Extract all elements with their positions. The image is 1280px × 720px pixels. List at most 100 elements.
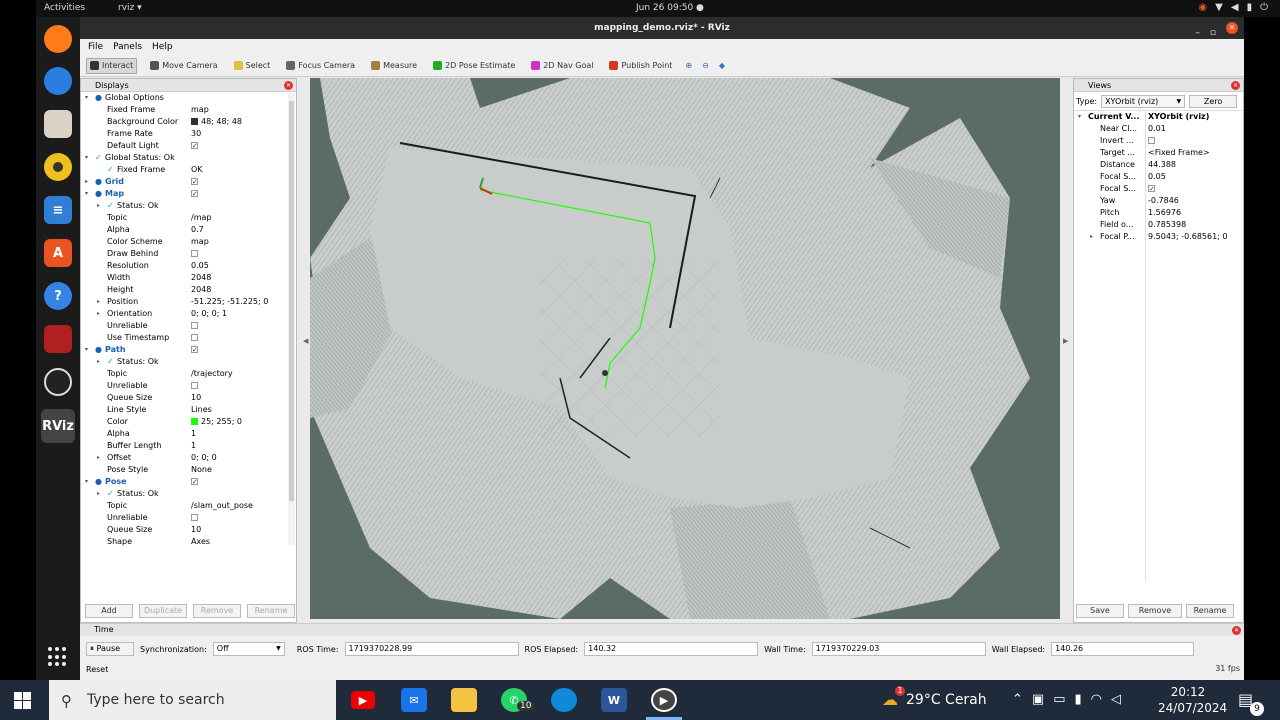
tool-publish-point[interactable]: Publish Point [606,58,675,74]
tree-row[interactable]: Topic/slam_out_pose [81,500,296,512]
property-value[interactable]: Lines [191,404,212,416]
collapse-icon[interactable]: ▸ [97,296,100,308]
property-value[interactable]: 2048 [191,272,211,284]
tree-row[interactable]: Shape Axes [81,536,296,546]
close-icon[interactable]: ✕ [1231,81,1240,90]
property-value[interactable]: ✓ [191,176,198,188]
menu-help[interactable]: Help [152,42,173,52]
obs-icon[interactable] [44,368,72,396]
tree-row[interactable]: Frame Rate 30 [81,128,296,140]
tree-row[interactable]: ▾ ● Map ✓ [81,188,296,200]
property-value[interactable]: ✓ [1148,183,1155,195]
checkbox[interactable] [191,334,198,341]
files-icon[interactable] [44,110,72,138]
rhythmbox-icon[interactable] [44,153,72,181]
property-value[interactable]: 0.7 [191,224,204,236]
tree-row[interactable]: Unreliable [81,380,296,392]
tree-row[interactable]: Alpha 1 [81,428,296,440]
tree-row[interactable]: Queue Size 10 [81,392,296,404]
tool-focus-camera[interactable]: Focus Camera [283,58,358,74]
collapse-icon[interactable]: ▸ [97,452,100,464]
tree-row[interactable]: Topic/map [81,212,296,224]
rviz-icon[interactable]: RViz [41,409,75,443]
battery-icon[interactable]: ▭ [1053,692,1065,707]
tree-row[interactable]: Topic/trajectory [81,368,296,380]
property-value[interactable]: ✓ [191,140,198,152]
property-value[interactable] [191,512,198,524]
expand-icon[interactable]: ▾ [85,188,88,200]
render-3d-view[interactable] [310,78,1060,619]
expand-icon[interactable]: ▾ [85,152,88,164]
collapse-icon[interactable]: ▸ [97,488,100,500]
collapse-right-icon[interactable]: ▶ [1063,337,1068,345]
tree-row[interactable]: ▾ ✓ Global Status: Ok [81,152,296,164]
tool-2d-pose-estimate[interactable]: 2D Pose Estimate [430,58,518,74]
tool-2d-nav-goal[interactable]: 2D Nav Goal [528,58,596,74]
view-type-select[interactable]: XYOrbit (rviz) ▼ [1101,94,1186,108]
property-value[interactable]: /map [191,212,211,224]
tree-row[interactable]: ✓ Fixed Frame OK [81,164,296,176]
sync-select[interactable]: Off ▼ [212,642,285,656]
rename-view-button[interactable]: Rename [1186,604,1234,618]
property-value[interactable]: 9.5043; -0.68561; 0 [1148,231,1228,243]
color-swatch[interactable] [191,118,198,125]
property-value[interactable]: -51.225; -51.225; 0 [191,296,268,308]
property-value[interactable]: ✓ [191,188,198,200]
expand-icon[interactable]: ▾ [85,344,88,356]
property-value[interactable] [1148,135,1155,147]
window-titlebar[interactable]: mapping_demo.rviz* - RViz – ▫ ✕ [80,17,1244,39]
property-value[interactable]: 0.785398 [1148,219,1186,231]
app-menu[interactable]: rviz ▾ [118,3,142,13]
checkbox[interactable] [1148,137,1155,144]
tree-row[interactable]: Invert ... [1074,135,1243,147]
tree-row[interactable]: ▸ Offset 0; 0; 0 [81,452,296,464]
displays-scrollbar[interactable] [288,93,295,545]
checkbox[interactable] [191,514,198,521]
views-tree[interactable]: ▾ Current V... XYOrbit (rviz) Near Cl... 0.0… [1074,110,1243,581]
tree-row[interactable]: Alpha 0.7 [81,224,296,236]
ros-time-field[interactable]: 1719370228.99 [344,642,519,656]
edge-icon[interactable] [551,688,577,712]
property-value[interactable]: map [191,104,209,116]
tool-select[interactable]: Select [231,58,274,74]
tree-row[interactable]: ▸ Focal P... 9.5043; -0.68561; 0 [1074,231,1243,243]
property-value[interactable]: 0.05 [191,260,209,272]
reset-button[interactable]: Reset [86,665,108,674]
tree-row[interactable]: ▸ Position -51.225; -51.225; 0 [81,296,296,308]
tree-row[interactable]: ▸ Orientation 0; 0; 0; 1 [81,308,296,320]
property-value[interactable]: 0; 0; 0; 1 [191,308,227,320]
property-value[interactable]: 0; 0; 0 [191,452,217,464]
tree-row[interactable]: Field o... 0.785398 [1074,219,1243,231]
taskbar-search[interactable]: ⚲ Type here to search [49,680,336,720]
volume-icon[interactable]: ◁ [1111,692,1121,707]
checkbox[interactable] [191,382,198,389]
property-value[interactable]: -0.7846 [1148,195,1179,207]
checkbox[interactable]: ✓ [191,478,198,486]
property-value[interactable]: 44.388 [1148,159,1176,171]
tree-row[interactable]: Buffer Length 1 [81,440,296,452]
collapse-icon[interactable]: ▸ [85,176,88,188]
ros-elapsed-field[interactable]: 140.32 [584,642,759,656]
property-value[interactable]: map [191,236,209,248]
checkbox[interactable]: ✓ [191,190,198,198]
tree-row[interactable]: Unreliable [81,512,296,524]
tree-row[interactable]: Unreliable [81,320,296,332]
close-icon[interactable]: ✕ [1226,22,1238,34]
minus-icon[interactable]: ⊖ [702,61,709,70]
tree-row[interactable]: Resolution 0.05 [81,260,296,272]
property-value[interactable]: 10 [191,392,201,404]
property-value[interactable]: /trajectory [191,368,233,380]
property-value[interactable]: Axes [191,536,210,546]
checkbox[interactable]: ✓ [1148,185,1155,193]
property-value[interactable]: 48; 48; 48 [191,116,242,128]
property-value[interactable]: 1 [191,428,196,440]
rename-display-button[interactable]: Rename [247,604,295,618]
collapse-icon[interactable]: ▸ [97,200,100,212]
property-value[interactable]: XYOrbit (rviz) [1148,111,1209,123]
tree-row[interactable]: Fixed Frame map [81,104,296,116]
windows-start-icon[interactable] [14,692,31,709]
checkbox[interactable] [191,322,198,329]
tree-row[interactable]: Pose Style None [81,464,296,476]
collapse-left-icon[interactable]: ◀ [303,337,308,345]
tree-row[interactable]: Target ... <Fixed Frame> [1074,147,1243,159]
